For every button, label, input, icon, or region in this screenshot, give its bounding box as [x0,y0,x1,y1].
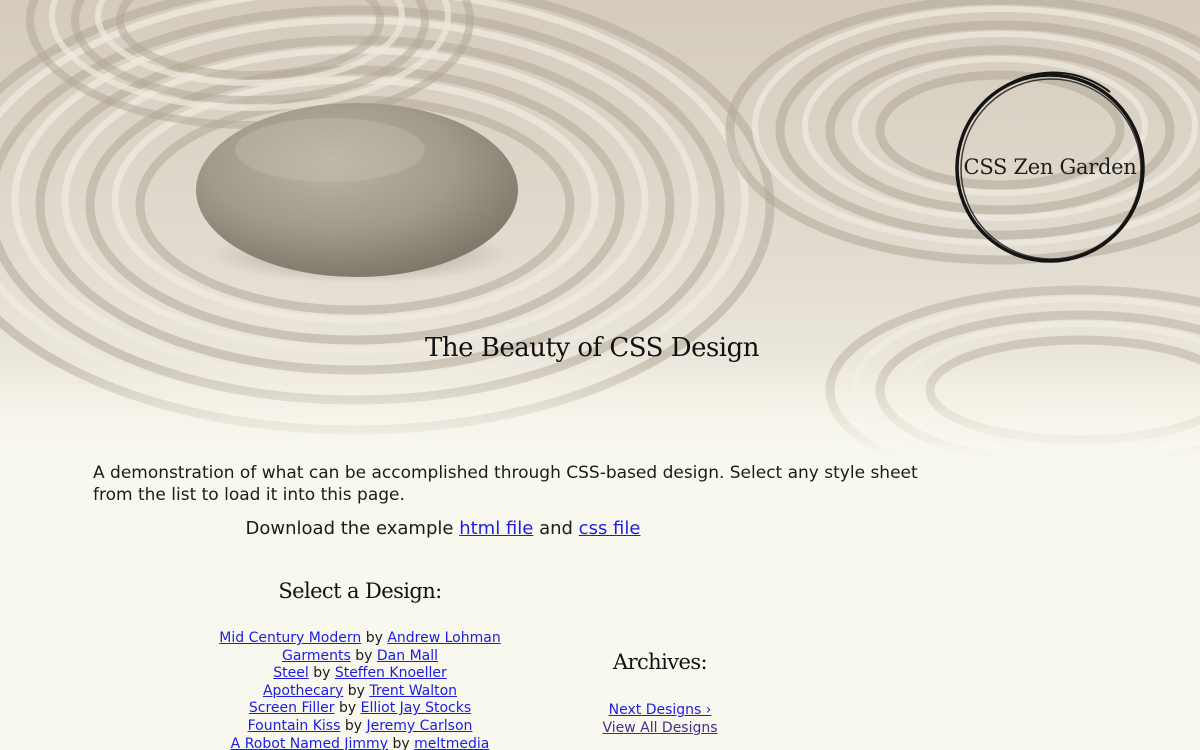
design-link[interactable]: Steel [273,665,309,681]
design-link[interactable]: Apothecary [263,683,343,699]
design-link[interactable]: Fountain Kiss [248,718,341,734]
designer-link[interactable]: Trent Walton [369,683,457,699]
view-all-designs-link[interactable]: View All Designs [602,720,717,736]
designer-link[interactable]: Andrew Lohman [387,630,500,646]
design-link[interactable]: A Robot Named Jimmy [231,736,388,750]
by-label: by [355,647,373,664]
designer-link[interactable]: meltmedia [414,736,489,750]
by-label: by [344,717,363,734]
list-item: Garments by Dan Mall [160,648,560,666]
list-item: Steel by Steffen Knoeller [160,665,560,683]
by-label: by [365,630,383,646]
by-label: by [347,682,365,699]
design-link[interactable]: Garments [282,648,351,664]
page: CSS Zen Garden The Beauty of CSS Design … [0,0,1200,750]
designer-link[interactable]: Elliot Jay Stocks [361,700,472,716]
list-item: Mid Century Modern by Andrew Lohman [160,630,560,648]
next-designs-link[interactable]: Next Designs › [609,702,712,718]
designer-link[interactable]: Steffen Knoeller [335,665,447,681]
list-item: View All Designs [560,719,760,737]
design-list: Mid Century Modern by Andrew Lohman Garm… [160,630,560,750]
intro-text: A demonstration of what can be accomplis… [93,463,918,505]
design-link[interactable]: Mid Century Modern [219,630,361,646]
zen-sand-image [0,0,1200,460]
designer-link[interactable]: Dan Mall [377,648,438,664]
list-item: Fountain Kiss by Jeremy Carlson [160,718,560,736]
by-label: by [313,665,331,682]
site-tagline: The Beauty of CSS Design [424,333,760,363]
list-item: A Robot Named Jimmy by meltmedia [160,736,560,750]
html-file-link[interactable]: html file [459,518,533,539]
hero-banner: CSS Zen Garden The Beauty of CSS Design [0,0,1200,460]
list-item: Screen Filler by Elliot Jay Stocks [160,700,560,718]
download-line: Download the example html file and css f… [93,518,793,539]
select-design-heading: Select a Design: [278,579,442,603]
archives-list: Next Designs › View All Designs [560,701,760,737]
by-label: by [338,700,357,717]
site-title: CSS Zen Garden [963,155,1137,179]
list-item: Next Designs › [560,701,760,719]
list-item: Apothecary by Trent Walton [160,683,560,701]
css-file-link[interactable]: css file [579,518,641,539]
by-label: by [392,735,410,750]
designer-link[interactable]: Jeremy Carlson [366,718,472,734]
design-link[interactable]: Screen Filler [249,700,335,716]
download-conjunction: and [539,518,573,539]
download-prefix: Download the example [245,518,454,539]
archives-heading: Archives: [613,650,708,674]
